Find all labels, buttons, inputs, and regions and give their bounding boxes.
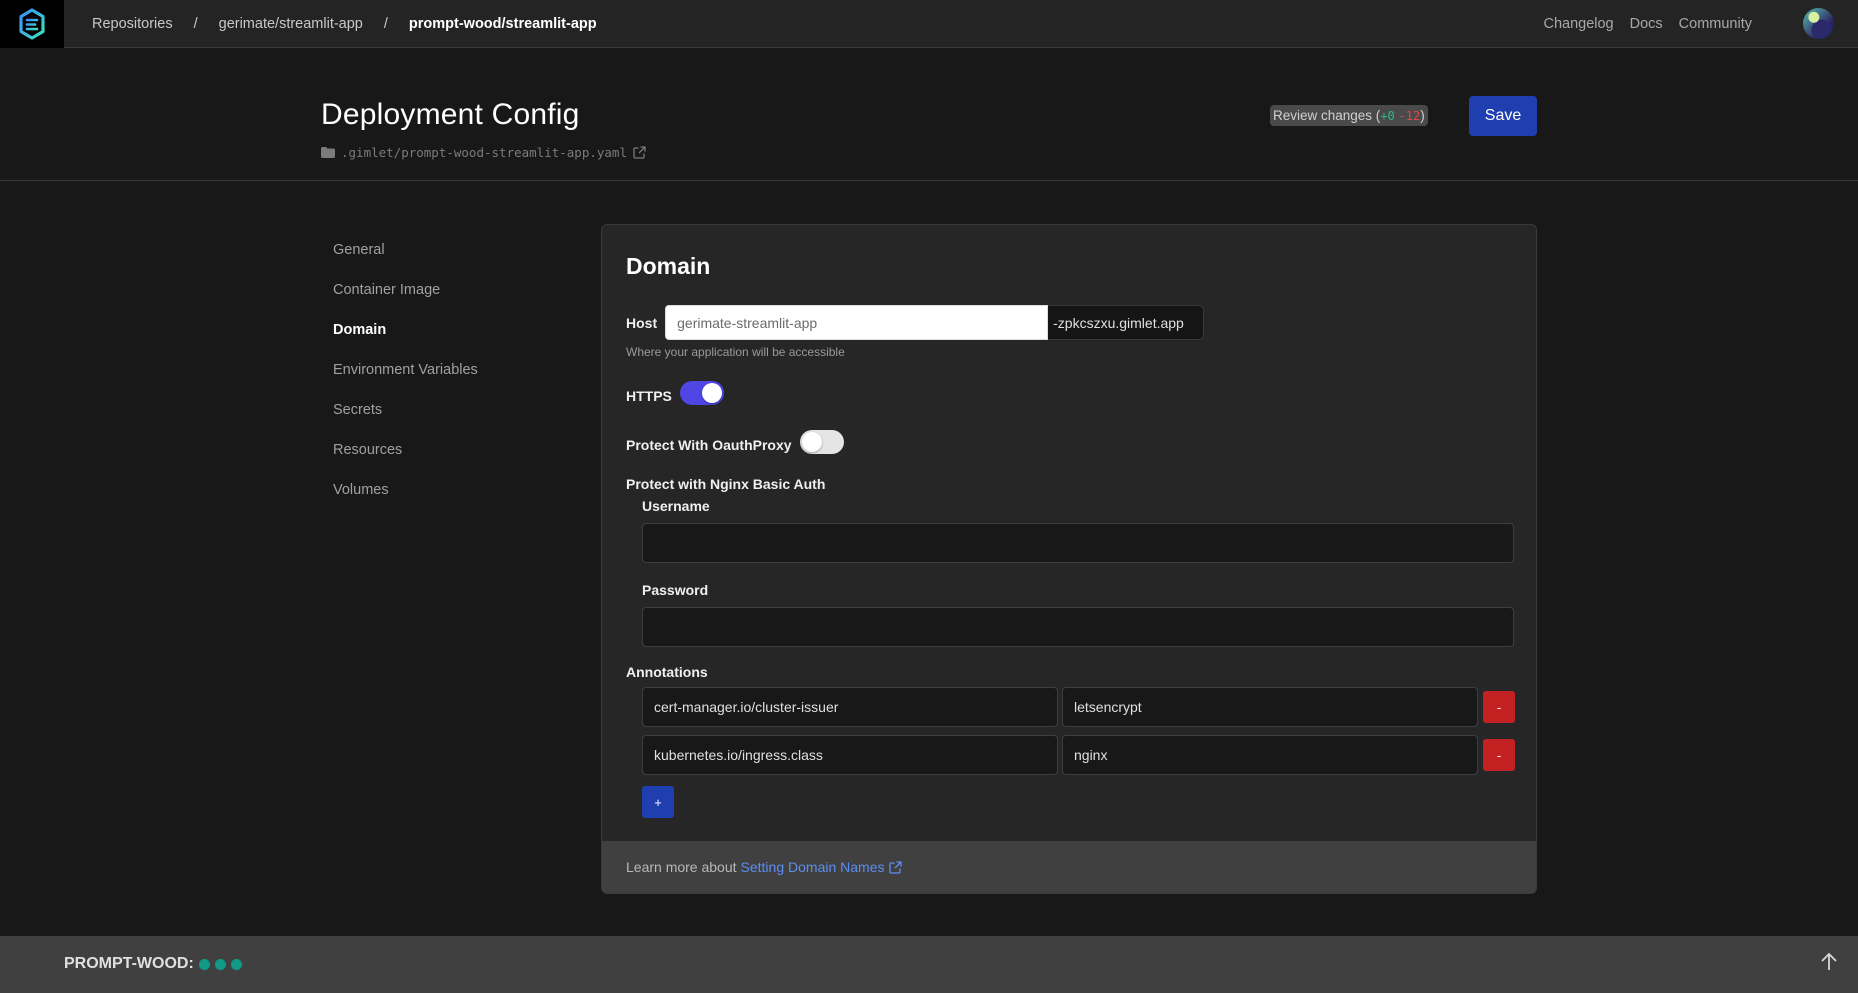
- external-link-icon[interactable]: [633, 146, 646, 159]
- setting-domain-names-link[interactable]: Setting Domain Names: [741, 859, 903, 875]
- deletions-count: -12: [1398, 108, 1421, 123]
- save-button[interactable]: Save: [1469, 96, 1537, 136]
- sidebar-item-container-image[interactable]: Container Image: [333, 270, 478, 310]
- additions-count: +0: [1380, 108, 1395, 123]
- sidebar-item-domain[interactable]: Domain: [333, 310, 478, 350]
- review-changes-button[interactable]: Review changes ( +0 -12 ): [1270, 105, 1428, 126]
- host-input[interactable]: [665, 305, 1049, 340]
- sidebar-item-secrets[interactable]: Secrets: [333, 390, 478, 430]
- sidebar-item-general[interactable]: General: [333, 230, 478, 270]
- oauth-row: Protect With OauthProxy: [626, 430, 844, 454]
- nginx-basic-auth-label: Protect with Nginx Basic Auth: [626, 476, 826, 492]
- community-link[interactable]: Community: [1679, 16, 1752, 32]
- annotation-value-input[interactable]: [1062, 687, 1478, 727]
- top-navbar: Repositories / gerimate/streamlit-app / …: [0, 0, 1858, 48]
- page-header: Deployment Config .gimlet/prompt-wood-st…: [0, 48, 1858, 181]
- oauth-toggle[interactable]: [799, 430, 844, 454]
- sidebar-item-environment-variables[interactable]: Environment Variables: [333, 350, 478, 390]
- annotation-key-input[interactable]: [642, 687, 1058, 727]
- host-label: Host: [626, 314, 658, 331]
- arrow-up-icon[interactable]: [1819, 950, 1839, 974]
- password-label: Password: [642, 582, 709, 598]
- nav-links: Changelog Docs Community: [1543, 0, 1752, 47]
- gimlet-logo-icon: [19, 8, 45, 40]
- username-label: Username: [642, 498, 710, 514]
- breadcrumb-separator: /: [193, 15, 198, 32]
- config-sidebar: General Container Image Domain Environme…: [333, 230, 478, 510]
- review-changes-close: ): [1420, 108, 1425, 123]
- https-toggle[interactable]: [679, 381, 724, 405]
- breadcrumb-repo[interactable]: gerimate/streamlit-app: [219, 16, 363, 32]
- env-status: PROMPT-WOOD:: [64, 955, 242, 973]
- status-dot-icon: [198, 958, 210, 970]
- https-label: HTTPS: [626, 388, 672, 404]
- section-title: Domain: [626, 253, 711, 279]
- breadcrumb-env-app[interactable]: prompt-wood/streamlit-app: [409, 16, 597, 32]
- breadcrumb: Repositories / gerimate/streamlit-app / …: [92, 0, 597, 47]
- status-dot-icon: [230, 958, 242, 970]
- breadcrumb-repositories[interactable]: Repositories: [92, 16, 173, 32]
- card-footer: Learn more about Setting Domain Names: [602, 841, 1536, 893]
- logo-button[interactable]: [0, 0, 64, 48]
- config-file-path: .gimlet/prompt-wood-streamlit-app.yaml: [321, 145, 646, 160]
- user-avatar[interactable]: [1803, 8, 1834, 39]
- sidebar-item-resources[interactable]: Resources: [333, 430, 478, 470]
- env-name: PROMPT-WOOD:: [64, 955, 194, 972]
- toggle-knob: [801, 432, 822, 452]
- sidebar-item-volumes[interactable]: Volumes: [333, 470, 478, 510]
- remove-annotation-button[interactable]: -: [1483, 739, 1515, 771]
- username-input[interactable]: [642, 523, 1514, 563]
- learn-more-text: Learn more about: [626, 859, 737, 875]
- annotation-row: -: [642, 735, 1515, 775]
- host-suffix: -zpkcszxu.gimlet.app: [1048, 305, 1205, 340]
- changelog-link[interactable]: Changelog: [1543, 16, 1613, 32]
- https-row: HTTPS: [626, 381, 724, 405]
- status-dot-icon: [214, 958, 226, 970]
- annotation-row: -: [642, 687, 1515, 727]
- annotation-value-input[interactable]: [1062, 735, 1478, 775]
- review-changes-label: Review changes (: [1273, 108, 1381, 123]
- host-help-text: Where your application will be accessibl…: [626, 345, 845, 359]
- docs-link[interactable]: Docs: [1630, 16, 1663, 32]
- file-path-text: .gimlet/prompt-wood-streamlit-app.yaml: [341, 145, 627, 160]
- domain-card: Domain Host -zpkcszxu.gimlet.app Where y…: [601, 224, 1537, 894]
- bottom-status-bar: PROMPT-WOOD:: [0, 936, 1858, 993]
- annotations-label: Annotations: [626, 664, 708, 680]
- folder-icon: [321, 147, 335, 158]
- host-field-group: Host -zpkcszxu.gimlet.app: [626, 305, 1205, 340]
- add-annotation-button[interactable]: +: [642, 786, 674, 818]
- toggle-knob: [701, 383, 722, 403]
- password-input[interactable]: [642, 607, 1514, 647]
- breadcrumb-separator: /: [383, 15, 388, 32]
- external-link-icon: [889, 860, 903, 874]
- remove-annotation-button[interactable]: -: [1483, 691, 1515, 723]
- annotation-key-input[interactable]: [642, 735, 1058, 775]
- page-title: Deployment Config: [321, 98, 580, 131]
- oauth-label: Protect With OauthProxy: [626, 437, 792, 453]
- link-text: Setting Domain Names: [740, 859, 885, 875]
